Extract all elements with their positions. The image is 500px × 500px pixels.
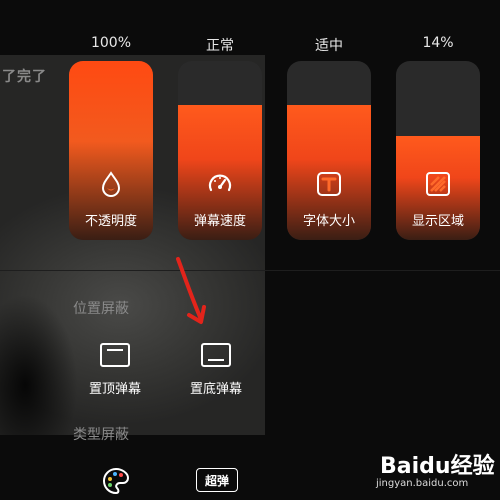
top-danmaku-label: 置顶弹幕	[88, 382, 141, 397]
bottom-danmaku-toggle[interactable]: 置底弹幕	[168, 341, 264, 397]
display-area-value: 14%	[422, 35, 454, 51]
video-caption-text: 了完了	[2, 69, 47, 85]
display-area-icon	[423, 169, 453, 199]
baidu-watermark-url: jingyan.baidu.com	[376, 478, 469, 489]
font-size-value: 适中	[315, 38, 343, 54]
drop-icon	[96, 169, 126, 199]
font-size-label: 字体大小	[302, 214, 355, 229]
speed-value: 正常	[206, 38, 234, 54]
baidu-watermark: Baidu经验	[380, 454, 495, 479]
top-danmaku-icon	[67, 341, 163, 369]
speed-label: 弹幕速度	[193, 214, 246, 229]
opacity-slider[interactable]: 不透明度	[69, 61, 153, 240]
super-danmaku-toggle[interactable]: 超弹	[196, 468, 238, 492]
speed-slider[interactable]: 弹幕速度	[178, 61, 262, 240]
section-divider	[0, 270, 500, 271]
opacity-label: 不透明度	[84, 214, 137, 229]
font-size-icon	[314, 169, 344, 199]
red-arrow-annotation	[176, 257, 206, 324]
type-section-title: 类型屏蔽	[73, 427, 129, 443]
bottom-danmaku-icon	[168, 341, 264, 369]
palette-icon[interactable]	[101, 466, 131, 500]
speedometer-icon	[205, 169, 235, 199]
font-size-slider[interactable]: 字体大小	[287, 61, 371, 240]
display-area-slider[interactable]: 显示区域	[396, 61, 480, 240]
top-danmaku-toggle[interactable]: 置顶弹幕	[67, 341, 163, 397]
display-area-label: 显示区域	[411, 214, 464, 229]
bottom-danmaku-label: 置底弹幕	[189, 382, 242, 397]
opacity-value: 100%	[90, 35, 132, 51]
position-section-title: 位置屏蔽	[73, 301, 129, 317]
